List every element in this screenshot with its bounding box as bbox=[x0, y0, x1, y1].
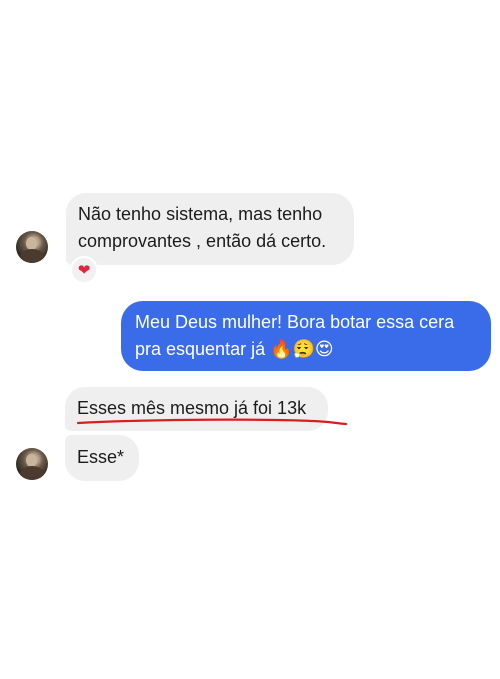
message-incoming-3[interactable]: Esse* bbox=[65, 435, 139, 481]
heart-reaction[interactable]: ❤ bbox=[70, 256, 98, 284]
message-outgoing-1[interactable]: Meu Deus mulher! Bora botar essa cera pr… bbox=[121, 301, 491, 371]
red-underline-annotation bbox=[76, 418, 348, 426]
contact-avatar[interactable] bbox=[16, 448, 48, 480]
message-line: Não tenho sistema, mas tenho bbox=[78, 204, 323, 224]
contact-avatar[interactable] bbox=[16, 231, 48, 263]
message-line: Esse* bbox=[77, 447, 125, 467]
message-incoming-1[interactable]: Não tenho sistema, mas tenho comprovante… bbox=[66, 193, 354, 265]
message-line: pra esquentar já 🔥😮‍💨😍 bbox=[135, 339, 334, 359]
message-line: Meu Deus mulher! Bora botar essa cera bbox=[135, 312, 455, 332]
heart-icon: ❤ bbox=[77, 261, 91, 279]
message-line: comprovantes , então dá certo. bbox=[78, 231, 327, 251]
